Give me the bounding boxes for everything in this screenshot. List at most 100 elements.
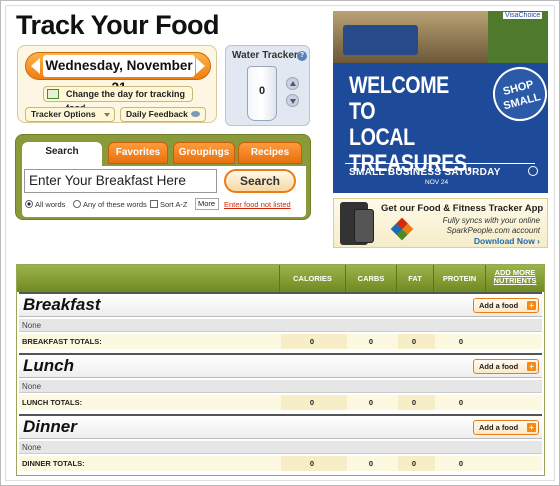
app-promo-line1: Fully syncs with your online [442,216,540,225]
food-log-header: CALORIES CARBS FAT PROTEIN ADD MORE NUTR… [17,265,544,292]
increase-water-button[interactable] [286,77,299,90]
next-day-arrow-icon[interactable] [196,58,205,74]
ad-event: SMALL BUSINESS SATURDAY [349,167,501,178]
water-count: 0 [258,85,266,97]
water-tracker-title: Water Tracker [232,50,298,61]
tab-recipes[interactable]: Recipes [238,142,302,164]
tab-favorites[interactable]: Favorites [108,142,168,164]
total-protein: 0 [458,337,464,346]
add-food-label: Add a food [479,301,519,310]
ad-headline-line1: WELCOME TO [349,72,449,125]
total-calories: 0 [309,459,315,468]
add-more-line2: NUTRIENTS [493,276,537,285]
totals-row-breakfast: BREAKFAST TOTALS: 0 0 0 0 [19,334,542,349]
totals-row-lunch: LUNCH TOTALS: 0 0 0 0 [19,395,542,410]
totals-label: LUNCH TOTALS: [22,398,83,407]
meal-header-lunch: Lunch Add a food + [19,353,542,378]
all-words-radio[interactable] [25,200,33,208]
all-words-label: All words [35,200,66,209]
empty-row: None [19,441,542,454]
chevron-down-icon [104,113,110,117]
plus-icon: + [527,301,536,310]
add-food-label: Add a food [479,362,519,371]
sort-label: Sort A-Z [160,200,188,209]
ad-event-date: NOV 24 [425,179,449,186]
totals-row-dinner: DINNER TOTALS: 0 0 0 0 [19,456,542,471]
total-fat: 0 [411,337,417,346]
water-tracker: Water Tracker ? 0 [225,45,310,126]
tab-groupings[interactable]: Groupings [173,142,235,164]
column-carbs: CARBS [345,265,396,292]
search-body: Enter Your Breakfast Here Search All wor… [22,166,306,217]
change-day-button[interactable]: Change the day for tracking food [43,86,193,113]
ad-badge: VisaChoice [503,12,543,19]
food-log-table: CALORIES CARBS FAT PROTEIN ADD MORE NUTR… [16,264,545,476]
meal-name: Dinner [23,417,77,436]
meal-name: Lunch [23,356,74,375]
plus-icon: + [527,362,536,371]
sort-checkbox[interactable] [150,200,158,208]
meal-name: Breakfast [23,295,101,314]
doormat-image [343,25,418,55]
phone-image [354,209,374,243]
column-protein: PROTEIN [433,265,485,292]
total-fat: 0 [411,459,417,468]
help-icon[interactable]: ? [297,51,307,61]
empty-row: None [19,380,542,393]
more-select[interactable]: More [195,198,219,210]
food-search-panel: Search Favorites Groupings Recipes Enter… [15,134,311,220]
daily-feedback-button[interactable]: Daily Feedback [120,107,206,122]
total-calories: 0 [309,398,315,407]
total-carbs: 0 [368,459,374,468]
plus-icon: + [527,423,536,432]
water-glass-icon: 0 [247,66,277,121]
food-search-input[interactable]: Enter Your Breakfast Here [24,169,217,193]
total-calories: 0 [309,337,315,346]
app-promo-headline: Get our Food & Fitness Tracker App [381,203,544,214]
meal-header-breakfast: Breakfast Add a food + [19,292,542,317]
date-panel: Wednesday, November 21 Change the day fo… [17,45,217,123]
shop-small-badge: SHOP SMALL [486,60,548,128]
total-carbs: 0 [368,398,374,407]
food-not-listed-link[interactable]: Enter food not listed [224,200,291,209]
current-date: Wednesday, November 21 [43,55,195,95]
column-fat: FAT [396,265,433,292]
app-promo-text: Fully syncs with your online SparkPeople… [422,216,540,236]
empty-row: None [19,319,542,332]
any-words-label: Any of these words [83,200,147,209]
add-more-nutrients-link[interactable]: ADD MORE NUTRIENTS [485,265,544,292]
totals-label: DINNER TOTALS: [22,459,85,468]
advertisement-banner[interactable]: VisaChoice WELCOME TO LOCAL TREASURES. S… [333,11,548,193]
add-food-button-dinner[interactable]: Add a food + [473,420,539,435]
ad-divider [345,163,535,164]
date-selector: Wednesday, November 21 [25,52,211,95]
app-promo-line2: SparkPeople.com account [446,226,540,235]
info-icon [528,166,538,176]
total-carbs: 0 [368,337,374,346]
all-words-option[interactable]: All words [25,200,65,210]
tab-search[interactable]: Search [22,142,102,168]
tracker-options-dropdown[interactable]: Tracker Options [25,107,115,122]
ad-headline: WELCOME TO LOCAL TREASURES. [349,73,472,177]
tracker-options-label: Tracker Options [31,109,96,119]
meal-header-dinner: Dinner Add a food + [19,414,542,439]
add-food-label: Add a food [479,423,519,432]
page-title: Track Your Food [16,10,220,40]
any-words-radio[interactable] [73,200,81,208]
eye-icon [191,111,200,117]
totals-label: BREAKFAST TOTALS: [22,337,102,346]
any-words-option[interactable]: Any of these words [73,200,147,210]
sparkpeople-logo-icon [390,217,414,241]
daily-feedback-label: Daily Feedback [126,109,188,119]
sort-option[interactable]: Sort A-Z [150,200,188,210]
previous-day-arrow-icon[interactable] [31,58,40,74]
add-food-button-lunch[interactable]: Add a food + [473,359,539,374]
total-fat: 0 [411,398,417,407]
app-promo[interactable]: Get our Food & Fitness Tracker App Fully… [333,198,548,248]
search-button[interactable]: Search [224,169,296,193]
total-protein: 0 [458,398,464,407]
download-now-link[interactable]: Download Now › [422,236,540,246]
column-calories: CALORIES [279,265,345,292]
decrease-water-button[interactable] [286,94,299,107]
add-food-button-breakfast[interactable]: Add a food + [473,298,539,313]
